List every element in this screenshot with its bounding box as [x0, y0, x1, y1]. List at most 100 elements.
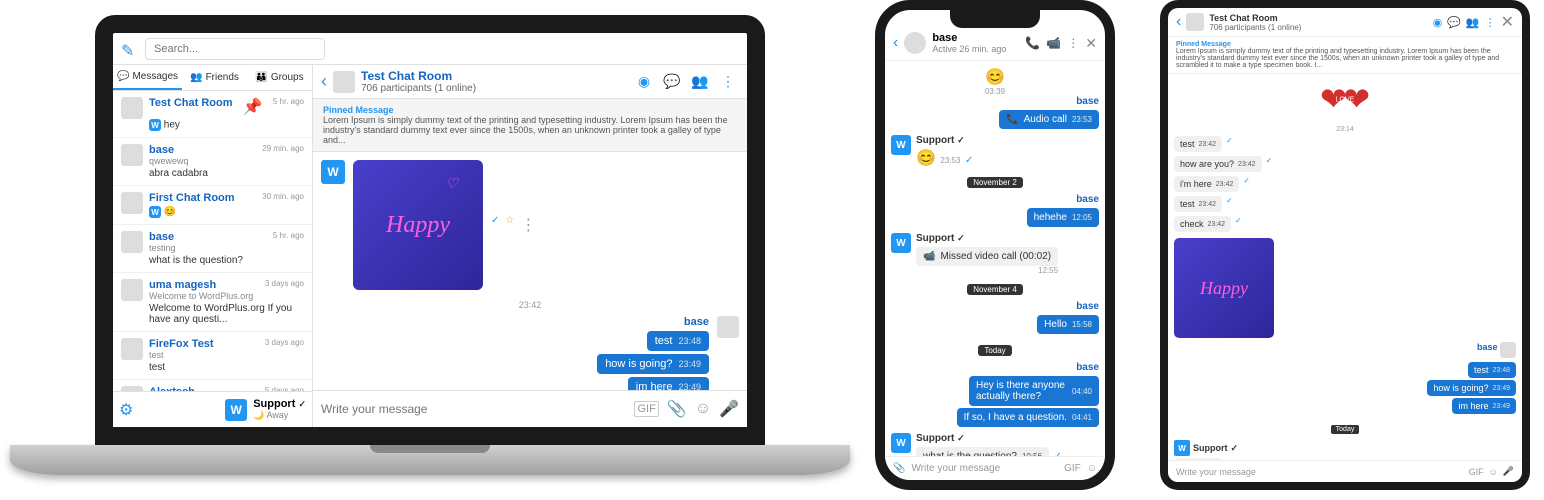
- message-list[interactable]: 😊 03:39 base 📞Audio call23:53 W Support …: [885, 61, 1105, 459]
- msg-time: 23:49: [1492, 385, 1510, 392]
- conversation-item[interactable]: FireFox Test3 days ago test test: [113, 332, 312, 380]
- call-icon[interactable]: 📞: [1025, 36, 1040, 50]
- avatar: [1186, 13, 1204, 31]
- chat-title: base: [932, 32, 1019, 44]
- msg-sender: Support: [916, 233, 954, 244]
- emoji-icon[interactable]: ☺: [695, 400, 711, 418]
- conversation-item[interactable]: Alextech5 days ago Welcome to WordPlus.o…: [113, 380, 312, 391]
- msg-sender: Support: [916, 433, 954, 444]
- message-list[interactable]: LOVE 23:14 test23:42✓ how are you?23:42✓…: [1168, 74, 1522, 470]
- users-icon[interactable]: 👥: [1466, 16, 1480, 29]
- conv-preview: abra cadabra: [149, 168, 304, 179]
- record-icon[interactable]: ◉: [1433, 16, 1443, 29]
- conv-name: uma magesh: [149, 279, 216, 291]
- message-input[interactable]: Write your message: [911, 463, 1058, 474]
- message-input[interactable]: [321, 402, 626, 416]
- close-icon[interactable]: ✕: [1085, 35, 1097, 52]
- chat-icon[interactable]: 💬: [661, 71, 683, 93]
- avatar: [121, 279, 143, 301]
- sticker-icon[interactable]: ☺: [1087, 463, 1097, 474]
- avatar: [1500, 342, 1516, 358]
- attach-icon[interactable]: 📎: [893, 463, 905, 474]
- more-icon[interactable]: ⋮: [520, 215, 536, 235]
- date-separator: Today: [1331, 425, 1360, 434]
- conv-name: Test Chat Room: [149, 97, 233, 117]
- message-input[interactable]: Write your message: [1176, 467, 1464, 477]
- msg-sender: base: [891, 301, 1099, 312]
- msg-avatar: W: [891, 433, 911, 453]
- tab-messages[interactable]: 💬 Messages: [113, 65, 182, 90]
- msg-text: Hey is there anyone actually there?: [976, 380, 1067, 402]
- back-icon[interactable]: ‹: [1176, 13, 1181, 31]
- msg-time: 04:41: [1072, 413, 1092, 422]
- conversation-list: Test Chat Room 📌5 hr. ago W hey base29 m…: [113, 91, 312, 391]
- pinned-message[interactable]: Pinned Message Lorem Ipsum is simply dum…: [1168, 37, 1522, 74]
- conv-time: 29 min. ago: [262, 144, 304, 156]
- back-icon[interactable]: ‹: [893, 34, 898, 52]
- msg-sender: base: [891, 362, 1099, 373]
- msg-avatar: W: [891, 135, 911, 155]
- check-icon: ✓: [1266, 156, 1273, 172]
- tab-groups[interactable]: 👪 Groups: [247, 65, 312, 90]
- more-icon[interactable]: ⋮: [1485, 16, 1496, 29]
- avatar: [121, 144, 143, 166]
- msg-text: test: [655, 335, 673, 347]
- gif-icon[interactable]: GIF: [1064, 463, 1081, 474]
- gif-icon[interactable]: GIF: [634, 401, 658, 417]
- gif-icon[interactable]: GIF: [1469, 467, 1484, 477]
- msg-text: how is going?: [1433, 383, 1488, 393]
- msg-time: 23:42: [1199, 141, 1217, 148]
- conv-sub: testing: [149, 243, 304, 253]
- conv-time: 5 hr. ago: [273, 97, 304, 117]
- record-icon[interactable]: ◉: [633, 71, 655, 93]
- msg-time: 23:42: [1216, 181, 1234, 188]
- conversation-item[interactable]: uma magesh3 days ago Welcome to WordPlus…: [113, 273, 312, 332]
- msg-sender: base: [597, 316, 709, 328]
- conv-time: 3 days ago: [265, 338, 304, 350]
- date-separator: November 2: [967, 177, 1023, 188]
- avatar: [121, 192, 143, 214]
- close-icon[interactable]: ✕: [1501, 12, 1514, 32]
- search-input[interactable]: [145, 38, 325, 60]
- conversation-item[interactable]: base5 hr. ago testing what is the questi…: [113, 225, 312, 273]
- more-icon[interactable]: ⋮: [717, 71, 739, 93]
- more-icon[interactable]: ⋮: [1067, 36, 1079, 50]
- star-icon[interactable]: ☆: [505, 215, 514, 235]
- msg-text: how are you?: [1180, 159, 1234, 169]
- video-icon[interactable]: 📹: [1046, 36, 1061, 50]
- mic-icon[interactable]: 🎤: [719, 399, 739, 419]
- compose-icon[interactable]: ✎: [121, 41, 137, 57]
- chat-subtitle: Active 26 min. ago: [932, 44, 1019, 54]
- tab-friends[interactable]: 👥 Friends: [182, 65, 247, 90]
- msg-avatar: W: [1174, 440, 1190, 456]
- back-icon[interactable]: ‹: [321, 71, 327, 92]
- chat-header: ‹ Test Chat Room 706 participants (1 onl…: [313, 65, 747, 99]
- emoji-icon: 😊: [916, 150, 936, 167]
- conv-preview: test: [149, 362, 304, 373]
- avatar: [904, 32, 926, 54]
- top-bar: ✎: [113, 33, 747, 65]
- phone-device: ‹ base Active 26 min. ago 📞 📹 ⋮ ✕ 😊 03:3…: [875, 0, 1115, 490]
- sticker-icon[interactable]: ☺: [1489, 467, 1498, 477]
- user-badge: W: [149, 119, 161, 131]
- message-list[interactable]: W Happy♡ ✓ ☆ ⋮ 23:42 base: [313, 152, 747, 390]
- avatar: [121, 338, 143, 360]
- msg-avatar: W: [891, 233, 911, 253]
- chat-icon[interactable]: 💬: [1447, 16, 1461, 29]
- msg-time: 12:55: [916, 266, 1058, 275]
- conversation-item[interactable]: base29 min. ago qwewewq abra cadabra: [113, 138, 312, 186]
- check-icon: ✓: [965, 155, 973, 166]
- conv-time: 5 hr. ago: [273, 231, 304, 243]
- pinned-message[interactable]: Pinned Message Lorem Ipsum is simply dum…: [313, 99, 747, 152]
- settings-icon[interactable]: ⚙: [119, 400, 133, 420]
- msg-time: 23:48: [1492, 367, 1510, 374]
- conversation-item[interactable]: First Chat Room30 min. ago W 😊: [113, 186, 312, 225]
- check-icon: ✓: [1226, 196, 1233, 212]
- conv-sub: qwewewq: [149, 156, 304, 166]
- attach-icon[interactable]: 📎: [667, 399, 687, 419]
- mic-icon[interactable]: 🎤: [1503, 466, 1514, 477]
- msg-avatar: W: [321, 160, 345, 184]
- users-icon[interactable]: 👥: [689, 71, 711, 93]
- avatar: [121, 97, 143, 119]
- conversation-item[interactable]: Test Chat Room 📌5 hr. ago W hey: [113, 91, 312, 138]
